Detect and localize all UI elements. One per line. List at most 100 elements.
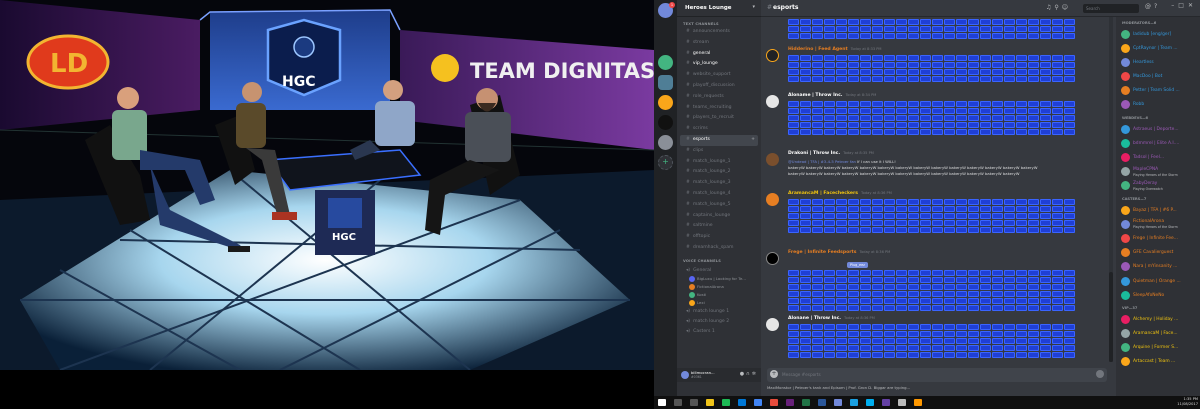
emote[interactable] bbox=[824, 352, 835, 358]
channel-teams-recruiting[interactable]: # teams_recruiting bbox=[680, 103, 758, 114]
emote[interactable] bbox=[1040, 19, 1051, 25]
emote[interactable] bbox=[1052, 227, 1063, 233]
emote[interactable] bbox=[788, 324, 799, 330]
emote[interactable] bbox=[1040, 55, 1051, 61]
emote[interactable] bbox=[1028, 291, 1039, 297]
emote[interactable] bbox=[1052, 213, 1063, 219]
emote[interactable] bbox=[1064, 352, 1075, 358]
member-item[interactable]: ZabyDeray Playing Overwatch bbox=[1116, 179, 1200, 193]
emote[interactable] bbox=[788, 62, 799, 68]
emote[interactable] bbox=[1028, 352, 1039, 358]
emote[interactable] bbox=[992, 19, 1003, 25]
emote[interactable] bbox=[896, 108, 907, 114]
emote[interactable] bbox=[908, 324, 919, 330]
emote[interactable] bbox=[980, 122, 991, 128]
emote[interactable] bbox=[848, 284, 859, 290]
emote[interactable] bbox=[944, 26, 955, 32]
emote[interactable] bbox=[884, 55, 895, 61]
emote[interactable] bbox=[824, 26, 835, 32]
emote[interactable] bbox=[908, 338, 919, 344]
emote[interactable] bbox=[800, 108, 811, 114]
channel-match-lounge-4[interactable]: # match_lounge_4 bbox=[680, 189, 758, 200]
emote[interactable] bbox=[896, 220, 907, 226]
emote[interactable] bbox=[1016, 338, 1027, 344]
emote[interactable] bbox=[992, 227, 1003, 233]
emote[interactable] bbox=[848, 345, 859, 351]
emote[interactable] bbox=[992, 284, 1003, 290]
emote[interactable] bbox=[1004, 291, 1015, 297]
emote[interactable] bbox=[884, 199, 895, 205]
emote[interactable] bbox=[908, 345, 919, 351]
emote[interactable] bbox=[1040, 331, 1051, 337]
emote[interactable] bbox=[788, 270, 799, 276]
emote[interactable] bbox=[944, 62, 955, 68]
emote[interactable] bbox=[980, 213, 991, 219]
emote[interactable] bbox=[1064, 298, 1075, 304]
emote[interactable] bbox=[932, 213, 943, 219]
emote[interactable] bbox=[860, 62, 871, 68]
emote[interactable] bbox=[1028, 33, 1039, 39]
emote[interactable] bbox=[824, 324, 835, 330]
emote[interactable] bbox=[992, 108, 1003, 114]
emote[interactable] bbox=[1028, 270, 1039, 276]
message-author[interactable]: Aloname | Throw Inc. Today at 8:34 PM bbox=[788, 93, 876, 98]
emote[interactable] bbox=[992, 26, 1003, 32]
emote[interactable] bbox=[884, 291, 895, 297]
emote[interactable] bbox=[1064, 331, 1075, 337]
emote[interactable] bbox=[824, 129, 835, 135]
emote[interactable] bbox=[944, 270, 955, 276]
start-button-icon[interactable] bbox=[658, 399, 666, 406]
emote[interactable] bbox=[980, 76, 991, 82]
emote[interactable] bbox=[824, 291, 835, 297]
emote[interactable] bbox=[1052, 129, 1063, 135]
avatar[interactable] bbox=[766, 49, 779, 62]
emote[interactable] bbox=[800, 206, 811, 212]
emote[interactable] bbox=[1004, 324, 1015, 330]
emote[interactable] bbox=[848, 220, 859, 226]
emote[interactable] bbox=[884, 227, 895, 233]
emote[interactable] bbox=[884, 19, 895, 25]
emote[interactable] bbox=[944, 19, 955, 25]
emote[interactable] bbox=[1028, 345, 1039, 351]
emote[interactable] bbox=[1004, 331, 1015, 337]
emote[interactable] bbox=[1040, 62, 1051, 68]
emote[interactable] bbox=[944, 129, 955, 135]
emote[interactable] bbox=[812, 324, 823, 330]
emote[interactable] bbox=[1064, 108, 1075, 114]
emote[interactable] bbox=[1016, 291, 1027, 297]
emote[interactable] bbox=[1028, 19, 1039, 25]
emote[interactable] bbox=[1016, 298, 1027, 304]
emote[interactable] bbox=[860, 345, 871, 351]
spotify-icon[interactable] bbox=[722, 399, 730, 406]
emote[interactable] bbox=[788, 101, 799, 107]
emote[interactable] bbox=[1016, 69, 1027, 75]
emote[interactable] bbox=[824, 277, 835, 283]
message-scrollbar[interactable] bbox=[1109, 17, 1113, 362]
emote[interactable] bbox=[896, 115, 907, 121]
emote[interactable] bbox=[1052, 206, 1063, 212]
emote[interactable] bbox=[908, 352, 919, 358]
member-item[interactable]: MapleCPNA Playing Heroes of the Storm bbox=[1116, 165, 1200, 179]
emote[interactable] bbox=[824, 284, 835, 290]
emote[interactable] bbox=[848, 115, 859, 121]
emote[interactable] bbox=[788, 227, 799, 233]
emote[interactable] bbox=[788, 33, 799, 39]
emote[interactable] bbox=[1004, 270, 1015, 276]
avatar[interactable] bbox=[766, 318, 779, 331]
emote[interactable] bbox=[980, 206, 991, 212]
emote[interactable] bbox=[800, 277, 811, 283]
emote[interactable] bbox=[788, 199, 799, 205]
emote[interactable] bbox=[872, 115, 883, 121]
emote[interactable] bbox=[788, 331, 799, 337]
emote[interactable] bbox=[860, 284, 871, 290]
emote[interactable] bbox=[884, 331, 895, 337]
emote[interactable] bbox=[800, 76, 811, 82]
emote[interactable] bbox=[812, 331, 823, 337]
emote[interactable] bbox=[908, 76, 919, 82]
emote[interactable] bbox=[872, 291, 883, 297]
emote[interactable] bbox=[872, 220, 883, 226]
emote[interactable] bbox=[1052, 26, 1063, 32]
emote[interactable] bbox=[1052, 277, 1063, 283]
members-icon[interactable]: ☺ bbox=[1062, 4, 1071, 11]
emote[interactable] bbox=[824, 305, 835, 311]
